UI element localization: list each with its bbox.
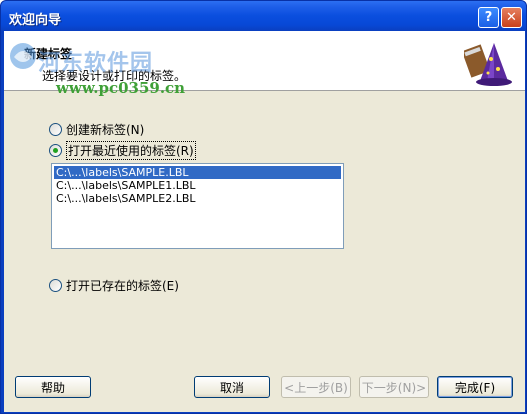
watermark-url: www.pc0359.cn xyxy=(56,79,186,97)
back-button[interactable]: <上一步(B) xyxy=(281,376,351,398)
watermark-name: 河东软件园 xyxy=(38,50,154,76)
question-mark-icon: ? xyxy=(484,10,493,25)
list-item[interactable]: C:\...\labels\SAMPLE.LBL xyxy=(54,166,341,179)
finish-button[interactable]: 完成(F) xyxy=(437,376,513,398)
radio-recent-label[interactable]: 打开最近使用的标签(R) xyxy=(49,141,196,160)
wizard-hat-icon xyxy=(464,43,512,86)
radio-new-label-text: 创建新标签(N) xyxy=(66,123,145,137)
radio-recent-label-text: 打开最近使用的标签(R) xyxy=(66,141,196,160)
close-icon: ✕ xyxy=(506,10,517,25)
radio-existing-label-text: 打开已存在的标签(E) xyxy=(66,279,179,293)
window-title: 欢迎向导 xyxy=(9,13,62,28)
radio-dot-icon xyxy=(53,148,58,153)
close-button[interactable]: ✕ xyxy=(501,7,522,28)
title-bar[interactable]: 欢迎向导 ? ✕ xyxy=(1,1,526,31)
site-logo-icon xyxy=(10,43,36,69)
cancel-button[interactable]: 取消 xyxy=(194,376,270,398)
next-button[interactable]: 下一步(N)> xyxy=(359,376,429,398)
list-item[interactable]: C:\...\labels\SAMPLE1.LBL xyxy=(54,179,341,192)
list-item[interactable]: C:\...\labels\SAMPLE2.LBL xyxy=(54,192,341,205)
radio-button[interactable] xyxy=(49,279,62,292)
dialog-client: 新建标签 选择要设计或打印的标签。 河东软件园 www.pc0359.cn 创建… xyxy=(4,31,525,412)
radio-existing-label[interactable]: 打开已存在的标签(E) xyxy=(49,277,179,294)
help-button[interactable]: 帮助 xyxy=(15,376,91,398)
radio-button[interactable] xyxy=(49,123,62,136)
wizard-window: 欢迎向导 ? ✕ 新建标签 选择要设计或打印的标签。 河东软件园 www.pc0… xyxy=(0,0,527,414)
help-title-button[interactable]: ? xyxy=(478,7,499,28)
recent-files-list[interactable]: C:\...\labels\SAMPLE.LBL C:\...\labels\S… xyxy=(51,163,344,249)
radio-button-selected[interactable] xyxy=(49,144,62,157)
radio-new-label[interactable]: 创建新标签(N) xyxy=(49,121,144,138)
